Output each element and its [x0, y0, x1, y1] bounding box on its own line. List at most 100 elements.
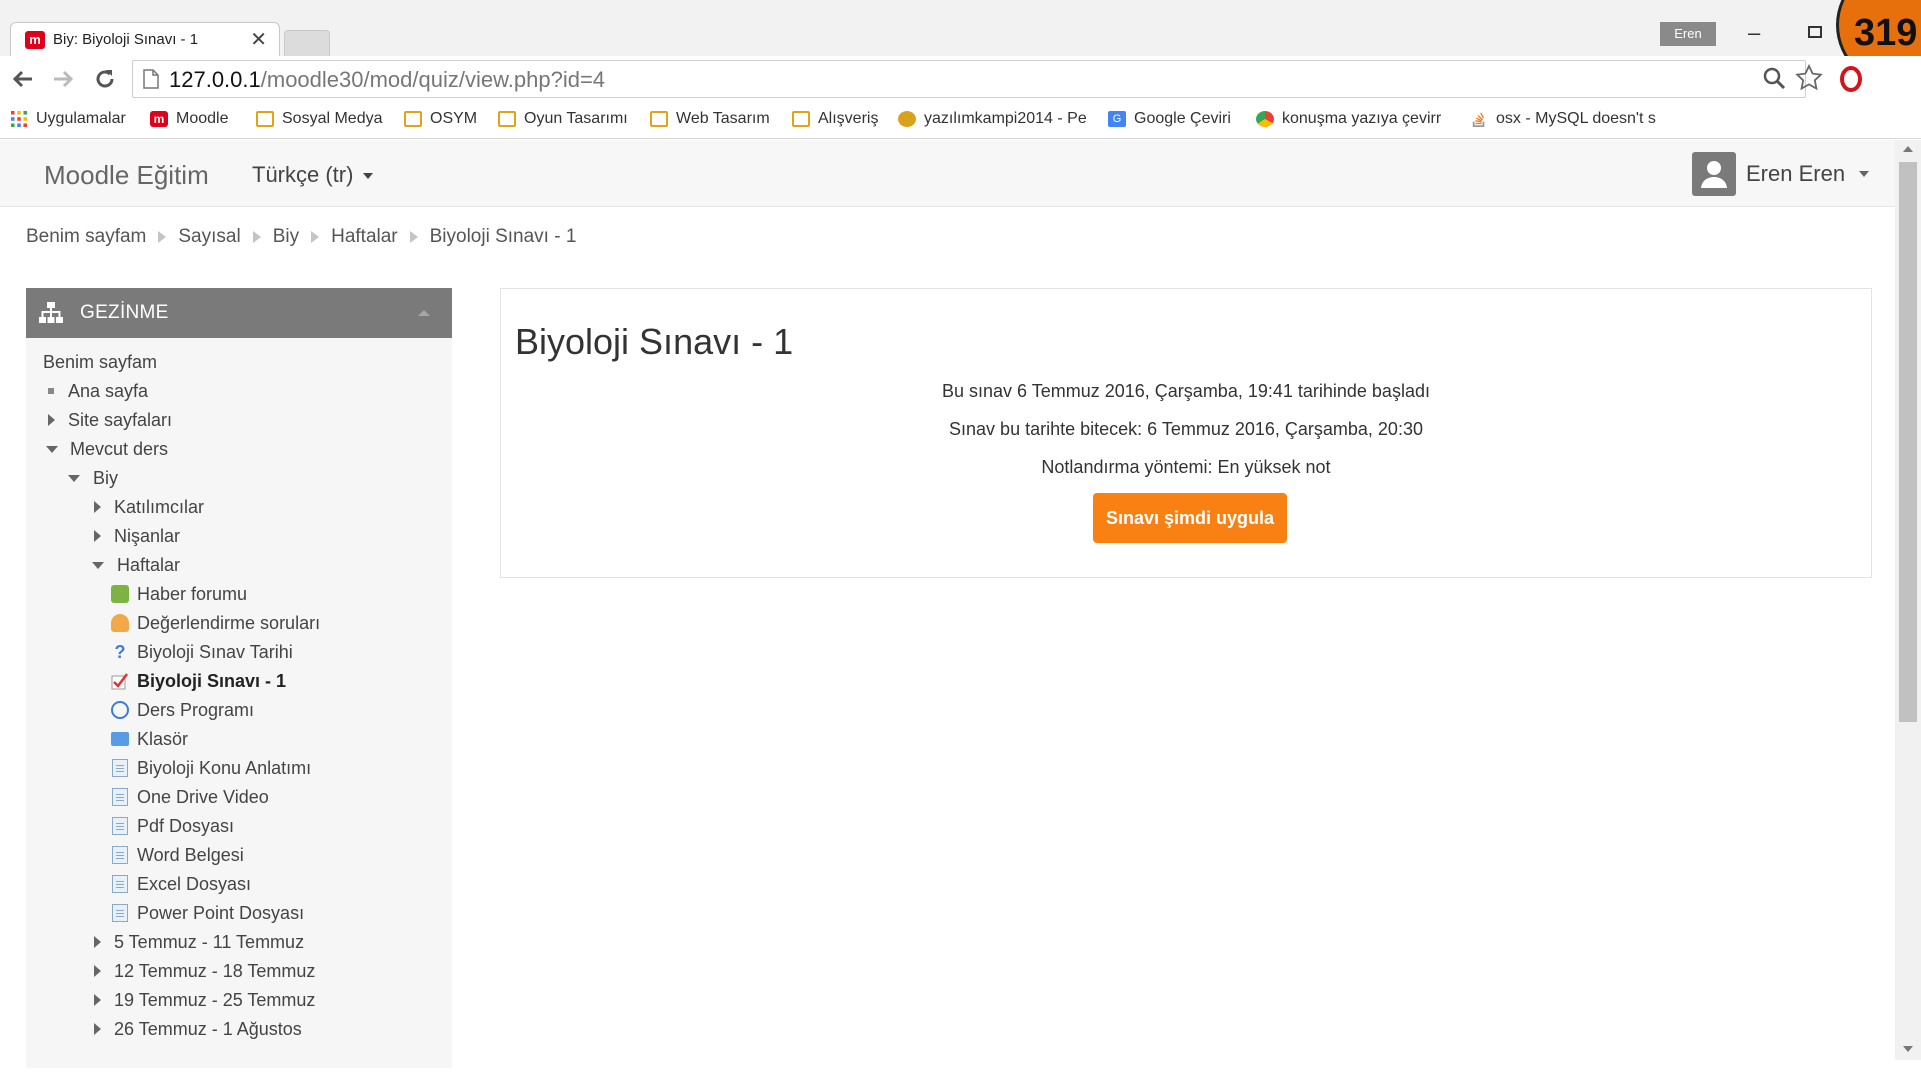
bookmark-folder-alisveris[interactable]: Alışveriş: [792, 110, 878, 128]
expand-arrow-icon[interactable]: [94, 936, 101, 948]
quiz-check-icon: [111, 672, 129, 690]
tab-close-icon[interactable]: ✕: [250, 27, 267, 52]
nav-item-week-4[interactable]: 26 Temmuz - 1 Ağustos: [94, 1017, 302, 1041]
nav-item-biyoloji-konu-anlatimi[interactable]: Biyoloji Konu Anlatımı: [112, 756, 311, 780]
breadcrumb-item[interactable]: Haftalar: [331, 226, 398, 248]
nav-item-word-belgesi[interactable]: Word Belgesi: [112, 843, 244, 867]
browser-toolbar: 127.0.0.1/moodle30/mod/quiz/view.php?id=…: [0, 56, 1921, 105]
folder-icon: [111, 732, 129, 746]
nav-item-week-3[interactable]: 19 Temmuz - 25 Temmuz: [94, 988, 315, 1012]
nav-item-haftalar[interactable]: Haftalar: [92, 553, 180, 577]
nav-item-degerlendirme-sorulari[interactable]: Değerlendirme soruları: [111, 611, 320, 635]
minimize-window-icon[interactable]: –: [1748, 20, 1760, 46]
zoom-icon[interactable]: [1762, 66, 1786, 90]
breadcrumb-item[interactable]: Biy: [273, 226, 299, 248]
nav-item-klasor[interactable]: Klasör: [111, 727, 188, 751]
nav-item-power-point-dosyasi[interactable]: Power Point Dosyası: [112, 901, 304, 925]
avatar: [1692, 152, 1736, 196]
expand-arrow-icon[interactable]: [94, 965, 101, 977]
nav-item-excel-dosyasi[interactable]: Excel Dosyası: [112, 872, 251, 896]
tiger-icon: [898, 111, 916, 127]
opera-extension-icon[interactable]: [1840, 66, 1862, 92]
moodle-favicon-icon: m: [25, 31, 45, 49]
bookmark-google-ceviri[interactable]: G Google Çeviri: [1108, 110, 1231, 128]
nav-item-label: Biyoloji Sınav Tarihi: [137, 641, 293, 662]
bookmark-label: Uygulamalar: [36, 110, 126, 127]
bookmark-folder-web-tasarim[interactable]: Web Tasarım: [650, 110, 770, 128]
nav-item-label: Biyoloji Sınavı - 1: [137, 670, 287, 691]
restore-window-icon[interactable]: [1808, 26, 1822, 38]
attempt-quiz-button[interactable]: Sınavı şimdi uygula: [1093, 493, 1287, 543]
collapse-arrow-icon[interactable]: [46, 445, 58, 453]
nav-item-label: Değerlendirme soruları: [137, 612, 321, 633]
scroll-down-arrow-icon[interactable]: [1903, 1046, 1913, 1052]
breadcrumb-separator-icon: [311, 231, 320, 243]
collapse-arrow-icon[interactable]: [68, 474, 80, 482]
bookmark-star-icon[interactable]: [1795, 64, 1823, 92]
user-menu[interactable]: Eren Eren: [1692, 152, 1870, 196]
new-tab-button[interactable]: [284, 30, 330, 56]
url-text: 127.0.0.1/moodle30/mod/quiz/view.php?id=…: [169, 67, 605, 93]
bookmark-konusma[interactable]: konuşma yazıya çevirr: [1256, 110, 1441, 128]
nav-item-biy[interactable]: Biy: [68, 466, 118, 490]
nav-item-biyoloji-sinavi-1[interactable]: Biyoloji Sınavı - 1: [111, 669, 286, 693]
moodle-icon: m: [150, 111, 168, 127]
nav-item-mevcut-ders[interactable]: Mevcut ders: [46, 437, 168, 461]
expand-arrow-icon[interactable]: [94, 501, 101, 513]
back-arrow-icon[interactable]: [10, 66, 36, 92]
folder-icon: [650, 111, 668, 127]
nav-item-pdf-dosyasi[interactable]: Pdf Dosyası: [112, 814, 234, 838]
bookmark-moodle[interactable]: m Moodle: [150, 110, 228, 128]
bookmark-folder-osym[interactable]: OSYM: [404, 110, 477, 128]
nav-item-week-2[interactable]: 12 Temmuz - 18 Temmuz: [94, 959, 315, 983]
browser-profile-button[interactable]: Eren: [1660, 22, 1716, 46]
page-icon: [112, 759, 128, 777]
site-brand-link[interactable]: Moodle Eğitim: [44, 160, 209, 191]
browser-tab[interactable]: m Biy: Biyoloji Sınavı - 1 ✕: [10, 22, 280, 56]
folder-icon: [498, 111, 516, 127]
scroll-up-arrow-icon[interactable]: [1903, 146, 1913, 152]
reload-icon[interactable]: [92, 66, 118, 92]
forward-arrow-icon[interactable]: [50, 66, 76, 92]
bookmark-folder-sosyal-medya[interactable]: Sosyal Medya: [256, 110, 383, 128]
quiz-open-date: Bu sınav 6 Temmuz 2016, Çarşamba, 19:41 …: [942, 381, 1430, 401]
language-menu[interactable]: Türkçe (tr): [252, 162, 374, 188]
breadcrumb-current[interactable]: Biyoloji Sınavı - 1: [430, 226, 577, 248]
nav-item-haber-forumu[interactable]: Haber forumu: [111, 582, 247, 606]
breadcrumb-item[interactable]: Benim sayfam: [26, 226, 146, 248]
nav-item-week-1[interactable]: 5 Temmuz - 11 Temmuz: [94, 930, 304, 954]
nav-item-label: Biyoloji Konu Anlatımı: [137, 757, 312, 778]
collapse-arrow-icon[interactable]: [92, 561, 104, 569]
nav-item-ders-programi[interactable]: Ders Programı: [111, 698, 254, 722]
nav-item-label: Klasör: [137, 728, 189, 749]
expand-arrow-icon[interactable]: [94, 530, 101, 542]
stackoverflow-icon: [1470, 111, 1488, 127]
bookmark-label: Alışveriş: [818, 110, 879, 127]
nav-item-benim-sayfam[interactable]: Benim sayfam: [43, 350, 157, 374]
nav-item-ana-sayfa[interactable]: Ana sayfa: [48, 379, 148, 403]
chevron-down-icon: [1859, 171, 1870, 177]
url-globe-icon: [111, 701, 129, 719]
folder-icon: [256, 111, 274, 127]
expand-arrow-icon[interactable]: [94, 994, 101, 1006]
collapse-block-icon[interactable]: [418, 310, 430, 316]
nav-item-katilimcilar[interactable]: Katılımcılar: [94, 495, 204, 519]
nav-item-one-drive-video[interactable]: One Drive Video: [112, 785, 269, 809]
nav-item-label: 19 Temmuz - 25 Temmuz: [114, 989, 316, 1010]
breadcrumb-item[interactable]: Sayısal: [178, 226, 240, 248]
nav-item-nisanlar[interactable]: Nişanlar: [94, 524, 180, 548]
sitemap-icon: [39, 302, 63, 323]
expand-arrow-icon[interactable]: [94, 1023, 101, 1035]
expand-arrow-icon[interactable]: [48, 414, 55, 426]
scrollbar-thumb[interactable]: [1899, 162, 1917, 722]
page-scrollbar[interactable]: [1895, 140, 1921, 1060]
bookmark-stackoverflow[interactable]: osx - MySQL doesn't s: [1470, 110, 1656, 128]
bookmark-label: Web Tasarım: [676, 110, 770, 127]
nav-item-site-sayfalari[interactable]: Site sayfaları: [48, 408, 172, 432]
address-bar[interactable]: 127.0.0.1/moodle30/mod/quiz/view.php?id=…: [132, 60, 1806, 98]
page-icon: [112, 817, 128, 835]
bookmark-apps[interactable]: Uygulamalar: [10, 110, 126, 128]
bookmark-yazilimkampi[interactable]: yazılımkampi2014 - Pe: [898, 110, 1087, 128]
bookmark-folder-oyun-tasarimi[interactable]: Oyun Tasarımı: [498, 110, 628, 128]
nav-item-biyoloji-sinav-tarihi[interactable]: ? Biyoloji Sınav Tarihi: [111, 640, 293, 664]
